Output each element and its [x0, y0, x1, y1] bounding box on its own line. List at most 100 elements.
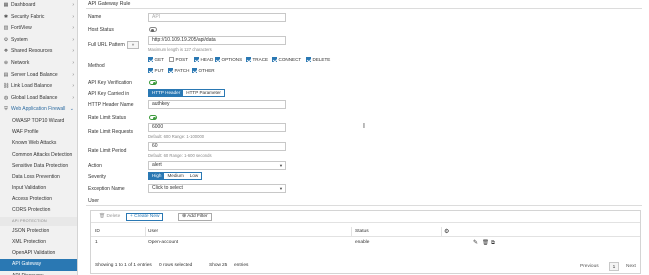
sidebar-item-api-gateway[interactable]: API Gateway: [0, 259, 77, 271]
method-checkbox-get[interactable]: GET: [148, 57, 164, 62]
sidebar-subitem[interactable]: API Discovery: [0, 271, 77, 275]
method-checkbox-label: GET: [154, 57, 164, 62]
entries-label: entries: [234, 263, 249, 268]
method-checkbox-put[interactable]: PUT: [148, 68, 164, 73]
rate-limit-period-label: Rate Limit Period: [88, 148, 127, 154]
method-checkbox-trace[interactable]: TRACE: [246, 57, 268, 62]
sidebar-subitem[interactable]: Known Web Attacks: [0, 138, 77, 149]
col-id-header[interactable]: ID: [95, 227, 100, 237]
chevron-right-icon: ›: [72, 83, 74, 90]
sidebar-subitem[interactable]: JSON Protection: [0, 226, 77, 237]
sidebar-subitem[interactable]: OWASP TOP10 Wizard: [0, 116, 77, 127]
chevron-right-icon: ›: [72, 36, 74, 43]
clone-icon[interactable]: ⧉: [491, 238, 495, 248]
gear-icon[interactable]: ⚙: [444, 227, 449, 237]
sidebar-item[interactable]: ⛓ Link Load Balance ›: [0, 81, 77, 93]
http-header-option[interactable]: HTTP Header: [149, 90, 184, 96]
col-status-header[interactable]: Status: [355, 227, 369, 237]
user-toolbar: 🗑 Delete + Create New ⊕ Add Filter: [91, 211, 640, 223]
method-checkbox-label: CONNECT: [278, 57, 302, 62]
sidebar-subitem[interactable]: Data Loss Prevention: [0, 172, 77, 183]
method-checkbox-label: PATCH: [174, 68, 190, 73]
full-url-input[interactable]: http://10.109.19.205/api/data: [148, 36, 286, 45]
method-checkbox-connect[interactable]: CONNECT: [272, 57, 301, 62]
link-icon: ⛓: [3, 83, 10, 90]
delete-button-label: Delete: [106, 214, 121, 219]
sidebar-subitem[interactable]: Common Attacks Detection: [0, 150, 77, 161]
checkbox-icon: [246, 57, 251, 62]
mouse-cursor-icon: I: [363, 123, 365, 130]
severity-low-option[interactable]: Low: [186, 173, 202, 179]
rate-limit-status-label: Rate Limit Status: [88, 115, 127, 121]
sidebar-item[interactable]: ⛨ Web Application Firewall ⌄: [0, 104, 77, 116]
sidebar-item[interactable]: ⚙ System ›: [0, 35, 77, 47]
delete-row-icon[interactable]: 🗑: [482, 238, 489, 248]
sidebar-item[interactable]: ✱ Security Fabric ›: [0, 12, 77, 24]
next-page-button[interactable]: Next: [623, 262, 639, 271]
exception-name-select[interactable]: Click to select ▼: [148, 184, 286, 193]
rate-limit-status-toggle[interactable]: [149, 115, 157, 120]
severity-medium-option[interactable]: Medium: [164, 173, 187, 179]
delete-button[interactable]: 🗑 Delete: [95, 213, 124, 221]
name-label: Name: [88, 14, 102, 20]
previous-page-button[interactable]: Previous: [577, 262, 602, 271]
row-id: 1: [95, 240, 98, 245]
method-checkbox-post[interactable]: POST: [169, 57, 188, 62]
add-filter-button[interactable]: ⊕ Add Filter: [178, 213, 212, 221]
sidebar-item-label: Dashboard: [11, 2, 36, 8]
column-divider: [145, 227, 146, 237]
method-checkbox-patch[interactable]: PATCH: [168, 68, 189, 73]
method-checkbox-label: DELETE: [312, 57, 331, 62]
user-section-title: User: [86, 197, 642, 206]
method-checkbox-label: OPTIONS: [221, 57, 243, 62]
checkbox-icon: [168, 68, 173, 73]
section-title: API Gateway Rule: [86, 0, 642, 9]
sidebar-subitem[interactable]: XML Protection: [0, 237, 77, 248]
page-size-select[interactable]: 25: [222, 261, 227, 271]
host-status-toggle[interactable]: [149, 27, 157, 32]
sidebar-subitem[interactable]: WAF Profile: [0, 127, 77, 138]
trash-icon: 🗑: [99, 214, 106, 219]
name-input[interactable]: API: [148, 13, 286, 22]
sidebar-subitem[interactable]: CORS Protection: [0, 205, 77, 216]
method-checkbox-head[interactable]: HEAD: [194, 57, 213, 62]
edit-icon[interactable]: ✎: [473, 238, 478, 248]
col-user-header[interactable]: User: [148, 227, 158, 237]
rate-limit-requests-hint: Default: 600 Range: 1-100000: [148, 134, 205, 139]
sidebar-item[interactable]: ⊕ Network ›: [0, 58, 77, 70]
rows-selected-text: 0 rows selected: [159, 263, 193, 268]
sidebar-subitem[interactable]: Sensitive Data Protection: [0, 161, 77, 172]
method-checkbox-other[interactable]: OTHER: [192, 68, 215, 73]
chevron-right-icon: ⌄: [69, 106, 74, 113]
api-key-verification-toggle[interactable]: [149, 80, 157, 85]
method-checkbox-delete[interactable]: DELETE: [306, 57, 330, 62]
severity-high-option[interactable]: High: [149, 173, 165, 179]
main-content: API Gateway Rule Name API Host Status Fu…: [86, 0, 649, 275]
rate-limit-period-input[interactable]: 60: [148, 142, 286, 151]
table-row[interactable]: 1 Open-account enable ✎ 🗑 ⧉: [91, 238, 640, 252]
create-new-button[interactable]: + Create New: [126, 213, 164, 221]
sidebar-item[interactable]: ▤ Server Load Balance ›: [0, 70, 77, 82]
sidebar-subitem[interactable]: Access Protection: [0, 194, 77, 205]
sidebar-item[interactable]: ❖ Shared Resources ›: [0, 46, 77, 58]
full-url-hint: Maximum length is 127 characters: [148, 47, 212, 52]
sidebar-item-label: Link Load Balance: [11, 83, 53, 90]
sidebar-subitem[interactable]: OpenAPI Validation: [0, 248, 77, 259]
plus-icon: +: [130, 214, 133, 219]
url-expand-button[interactable]: »: [127, 41, 139, 49]
host-status-label: Host Status: [88, 27, 114, 33]
http-parameter-option[interactable]: HTTP Parameter: [183, 90, 224, 96]
action-select[interactable]: alert ▼: [148, 161, 286, 170]
api-key-carried-segmented: HTTP Header HTTP Parameter: [148, 89, 225, 97]
sidebar-item[interactable]: ◍ Global Load Balance ›: [0, 93, 77, 105]
sidebar-subitem[interactable]: Input Validation: [0, 183, 77, 194]
method-checkbox-options[interactable]: OPTIONS: [215, 57, 242, 62]
sidebar-item[interactable]: ▥ FortiView ›: [0, 23, 77, 35]
http-header-name-input[interactable]: authkey: [148, 100, 286, 109]
page-number-button[interactable]: 1: [609, 262, 619, 271]
rate-limit-period-hint: Default: 60 Range: 1-600 seconds: [148, 153, 212, 158]
sidebar-section-header: API PROTECTION: [0, 216, 77, 226]
shared-icon: ❖: [3, 48, 9, 55]
sidebar-item[interactable]: ▦ Dashboard ›: [0, 0, 77, 12]
rate-limit-requests-input[interactable]: 6000: [148, 123, 286, 132]
